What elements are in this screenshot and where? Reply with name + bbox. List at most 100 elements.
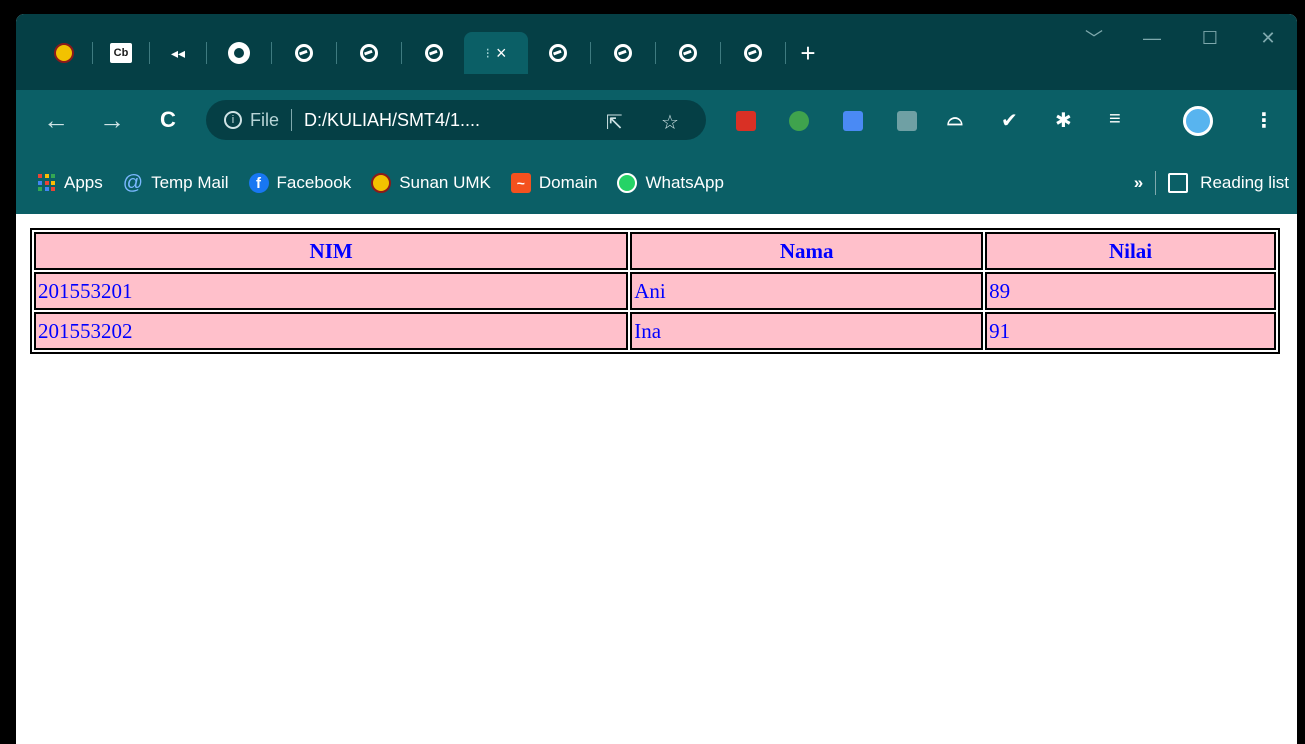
- tab-globe-2[interactable]: [339, 32, 399, 74]
- bookmark-label: Domain: [538, 173, 598, 192]
- at-icon: @: [122, 171, 144, 194]
- reload-button[interactable]: C: [152, 104, 184, 136]
- table-row: 201553201 Ani 89: [34, 272, 1276, 310]
- tab-separator: [785, 42, 786, 64]
- tab-separator: [720, 42, 721, 64]
- browser-window: Cb ◂◂ ⁝ × + ﹀ — ☐ ✕ ← → C i File D:/KULI…: [16, 14, 1297, 744]
- cell-nilai: 91: [985, 312, 1276, 350]
- page-content: NIM Nama Nilai 201553201 Ani 89 20155320…: [16, 214, 1297, 744]
- bookmark-label: Sunan UMK: [399, 173, 491, 192]
- close-window-button[interactable]: ✕: [1239, 14, 1297, 62]
- tab-search-button[interactable]: ﹀: [1065, 14, 1123, 62]
- url-scheme: File: [250, 109, 280, 130]
- cell-nama: Ina: [630, 312, 984, 350]
- umk-logo-icon: [54, 43, 74, 63]
- cell-nim: 201553202: [34, 312, 629, 350]
- grades-table: NIM Nama Nilai 201553201 Ani 89 20155320…: [30, 228, 1280, 354]
- tab-separator: [149, 42, 150, 64]
- tab-globe-5[interactable]: [593, 32, 653, 74]
- menu-kebab-icon[interactable]: ⋮: [1254, 108, 1274, 133]
- maximize-button[interactable]: ☐: [1181, 14, 1239, 62]
- tab-separator: [336, 42, 337, 64]
- new-tab-button[interactable]: +: [788, 32, 828, 74]
- facebook-icon: f: [248, 173, 269, 193]
- extension-incognito-icon[interactable]: ⌓: [947, 108, 963, 131]
- title-bar: Cb ◂◂ ⁝ × + ﹀ — ☐ ✕: [16, 14, 1297, 90]
- forward-button[interactable]: →: [96, 104, 128, 136]
- bookmark-label: Apps: [64, 173, 103, 192]
- extension-translate-icon[interactable]: [843, 111, 863, 131]
- window-controls: ﹀ — ☐ ✕: [1065, 14, 1297, 62]
- cb-icon: Cb: [110, 43, 132, 63]
- back-button[interactable]: ←: [40, 104, 72, 136]
- tab-separator: [401, 42, 402, 64]
- reading-list-icon[interactable]: [1168, 173, 1189, 193]
- globe-icon: [295, 44, 313, 62]
- extensions-puzzle-icon[interactable]: ✱: [1055, 108, 1072, 133]
- tab-globe-7[interactable]: [723, 32, 783, 74]
- tab-github[interactable]: [209, 32, 269, 74]
- globe-icon: [549, 44, 567, 62]
- bookmark-label: Facebook: [276, 173, 352, 192]
- tab-separator: [590, 42, 591, 64]
- bookmark-label: Temp Mail: [151, 173, 229, 192]
- toolbar: ← → C i File D:/KULIAH/SMT4/1.... ⇱ ☆ ⌓ …: [16, 90, 1297, 152]
- reading-list-button[interactable]: Reading list: [1200, 173, 1289, 193]
- header-nilai: Nilai: [985, 232, 1276, 270]
- tab-globe-6[interactable]: [658, 32, 718, 74]
- tab-cb[interactable]: Cb: [95, 32, 147, 74]
- bookmark-whatsapp[interactable]: WhatsApp: [617, 173, 724, 193]
- address-bar[interactable]: i File D:/KULIAH/SMT4/1.... ⇱ ☆: [206, 100, 706, 140]
- cell-nama: Ani: [630, 272, 984, 310]
- table-row: 201553202 Ina 91: [34, 312, 1276, 350]
- bookmarks-divider: [1155, 171, 1157, 195]
- tab-audio[interactable]: ◂◂: [152, 32, 204, 74]
- extension-bookmark-icon[interactable]: [897, 111, 917, 131]
- tab-globe-3[interactable]: [404, 32, 464, 74]
- tab-umk[interactable]: [38, 32, 90, 74]
- close-tab-icon[interactable]: ×: [496, 43, 507, 64]
- whatsapp-icon: [617, 173, 638, 193]
- extension-red-icon[interactable]: [736, 111, 756, 131]
- umk-logo-icon: [371, 173, 392, 193]
- globe-icon: [744, 44, 762, 62]
- tab-active[interactable]: ⁝ ×: [464, 32, 528, 74]
- tab-separator: [206, 42, 207, 64]
- info-icon[interactable]: i: [224, 111, 242, 129]
- profile-avatar[interactable]: [1183, 106, 1213, 136]
- tab-separator: [655, 42, 656, 64]
- bookmark-temp-mail[interactable]: @ Temp Mail: [123, 172, 229, 195]
- extension-check-icon[interactable]: ✔: [1001, 108, 1018, 133]
- share-icon[interactable]: ⇱: [606, 110, 623, 135]
- bookmark-label: WhatsApp: [645, 173, 724, 192]
- omnibox-divider: [291, 109, 293, 131]
- audio-icon: ◂◂: [170, 44, 186, 61]
- url-text[interactable]: D:/KULIAH/SMT4/1....: [304, 110, 480, 131]
- globe-icon: [425, 44, 443, 62]
- media-control-icon[interactable]: ≡: [1109, 108, 1121, 131]
- tab-separator: [271, 42, 272, 64]
- globe-icon: [360, 44, 378, 62]
- tab-globe-1[interactable]: [274, 32, 334, 74]
- cell-nilai: 89: [985, 272, 1276, 310]
- bookmark-domain[interactable]: ~ Domain: [510, 173, 598, 193]
- bookmarks-right: » Reading list: [1134, 152, 1289, 214]
- globe-icon: [679, 44, 697, 62]
- minimize-button[interactable]: —: [1123, 14, 1181, 62]
- globe-icon: [614, 44, 632, 62]
- domain-icon: ~: [510, 173, 531, 193]
- bookmark-sunan-umk[interactable]: Sunan UMK: [371, 173, 491, 193]
- extension-idm-icon[interactable]: [789, 111, 809, 131]
- tab-separator: [92, 42, 93, 64]
- tab-loading-icon: ⁝: [485, 44, 490, 61]
- tab-strip: Cb ◂◂ ⁝ × +: [38, 32, 828, 74]
- github-icon: [228, 42, 250, 64]
- bookmarks-bar: Apps @ Temp Mail f Facebook Sunan UMK ~ …: [16, 152, 1297, 214]
- bookmark-star-icon[interactable]: ☆: [661, 110, 679, 135]
- bookmark-apps[interactable]: Apps: [38, 173, 103, 193]
- apps-grid-icon: [38, 174, 56, 192]
- tab-globe-4[interactable]: [528, 32, 588, 74]
- cell-nim: 201553201: [34, 272, 629, 310]
- bookmark-facebook[interactable]: f Facebook: [248, 173, 352, 193]
- bookmarks-overflow-button[interactable]: »: [1134, 173, 1143, 193]
